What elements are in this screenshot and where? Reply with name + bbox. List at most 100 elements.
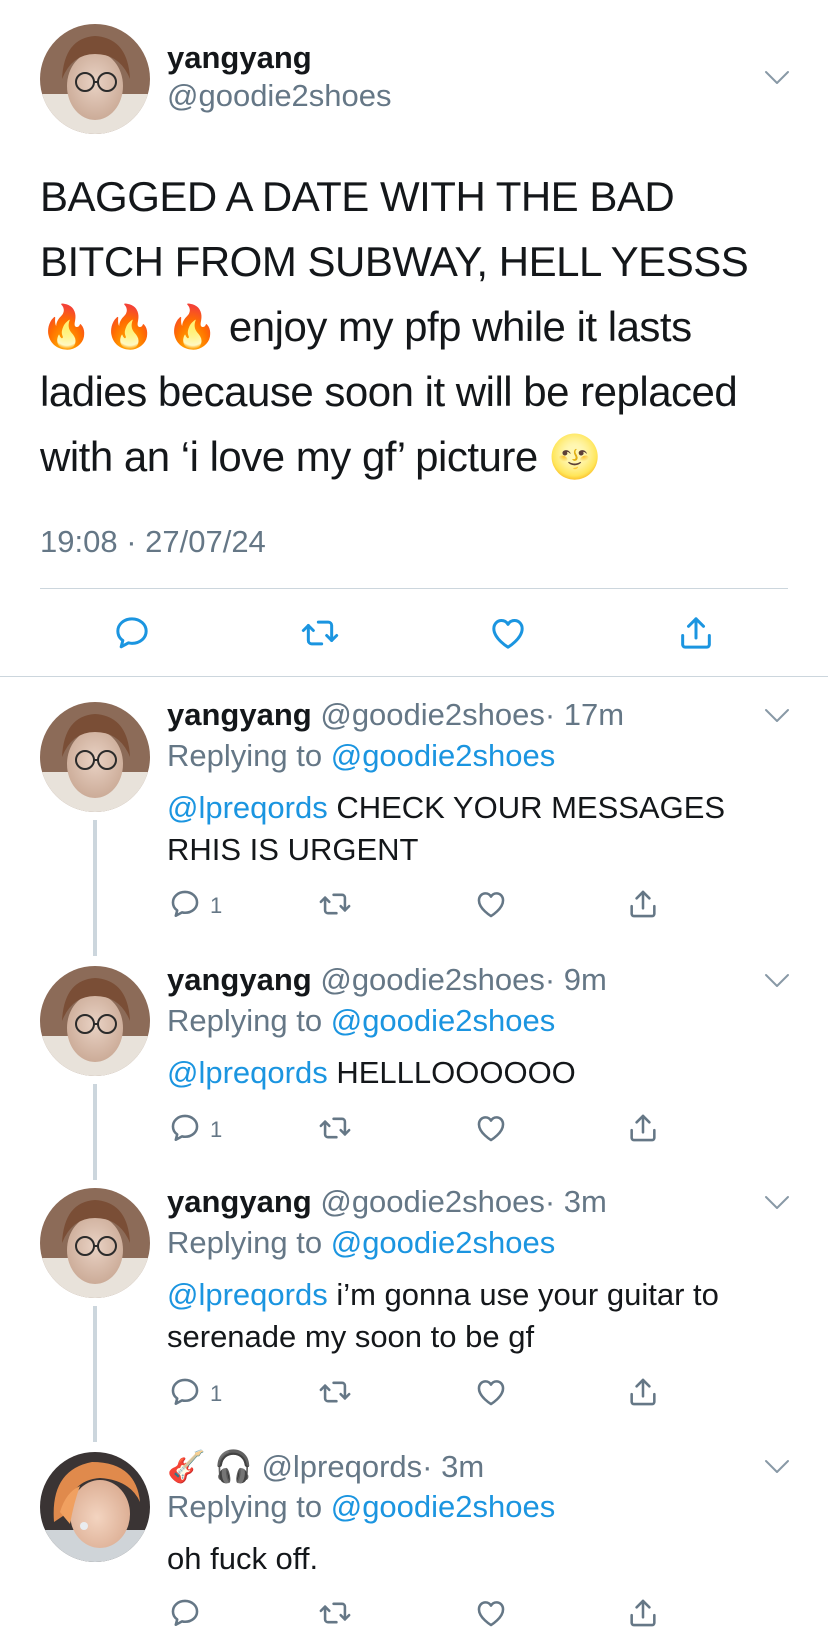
avatar-image: [40, 966, 150, 1076]
fire-emoji: 🔥: [102, 303, 155, 350]
retweet-icon[interactable]: [318, 1111, 352, 1145]
share-icon[interactable]: [626, 1111, 660, 1145]
author-name[interactable]: yangyang: [167, 1184, 312, 1219]
reply-count: 1: [210, 893, 223, 918]
like-icon[interactable]: [474, 1375, 508, 1409]
thread-line: [93, 1084, 97, 1180]
reply-icon[interactable]: [168, 1111, 202, 1145]
reply-count: 1: [210, 1381, 223, 1406]
fire-emoji: 🔥: [40, 303, 92, 350]
reply-time: · 3m: [544, 1184, 607, 1219]
reply-icon[interactable]: [112, 613, 152, 653]
reply-header: yangyang @goodie2shoes· 9m: [167, 962, 607, 998]
divider: [0, 676, 828, 677]
replying-to-link[interactable]: @goodie2shoes: [331, 1225, 556, 1260]
tweet-text: BAGGED A DATE WITH THE BAD BITCH FROM SU…: [40, 164, 800, 489]
tweet-text-line: 🔥 🔥 🔥 enjoy my pfp while it lasts: [40, 294, 800, 359]
reply-text: @lpreqords CHECK YOUR MESSAGES RHIS IS U…: [167, 787, 787, 871]
author-name[interactable]: yangyang: [167, 962, 312, 997]
fire-emoji: 🔥: [165, 303, 218, 350]
like-icon[interactable]: [488, 613, 528, 653]
replying-to-link[interactable]: @goodie2shoes: [331, 1003, 556, 1038]
retweet-icon[interactable]: [318, 887, 352, 921]
tweet-text-line: BAGGED A DATE WITH THE BAD: [40, 173, 675, 220]
replying-to: Replying to @goodie2shoes: [167, 1225, 555, 1261]
tweet-timestamp[interactable]: 19:08 · 27/07/24: [40, 524, 266, 560]
avatar-image: [40, 702, 150, 812]
share-icon[interactable]: [626, 887, 660, 921]
reply-text-line: oh fuck off.: [167, 1541, 319, 1576]
reply-text-segment: CHECK YOUR MESSAGES: [327, 790, 726, 825]
reply-text-line: @lpreqords CHECK YOUR MESSAGES: [167, 787, 787, 829]
avatar-image: [40, 24, 150, 134]
replying-to-link[interactable]: @goodie2shoes: [331, 1489, 556, 1524]
replying-to-label: Replying to: [167, 1225, 323, 1260]
reply-header: yangyang @goodie2shoes· 3m: [167, 1184, 607, 1220]
replying-to: Replying to @goodie2shoes: [167, 738, 555, 774]
reply-text: @lpreqords i’m gonna use your guitar to …: [167, 1274, 787, 1358]
reply-text-line: @lpreqords i’m gonna use your guitar to: [167, 1274, 787, 1316]
avatar[interactable]: [40, 966, 150, 1076]
reply-icon[interactable]: [168, 1375, 202, 1409]
avatar[interactable]: [40, 1452, 150, 1562]
mention-link[interactable]: @lpreqords: [167, 1277, 328, 1312]
retweet-icon[interactable]: [318, 1375, 352, 1409]
thread-line: [93, 1306, 97, 1442]
author-handle[interactable]: @lpreqords: [261, 1449, 422, 1484]
share-icon[interactable]: [626, 1596, 660, 1630]
chevron-down-icon[interactable]: [764, 708, 790, 724]
reply-text-line: serenade my soon to be gf: [167, 1319, 535, 1354]
avatar-image: [40, 1452, 150, 1562]
replying-to-link[interactable]: @goodie2shoes: [331, 738, 556, 773]
chevron-down-icon[interactable]: [764, 70, 790, 86]
author-handle[interactable]: @goodie2shoes: [320, 962, 545, 997]
chevron-down-icon[interactable]: [764, 973, 790, 989]
tweet-text-segment: with an ‘i love my gf’ picture: [40, 433, 538, 480]
reply-text-line: RHIS IS URGENT: [167, 832, 419, 867]
author-handle[interactable]: @goodie2shoes: [167, 78, 392, 114]
reply-count: 1: [210, 1117, 223, 1142]
reply-text-line: @lpreqords HELLLOOOOOO: [167, 1052, 787, 1094]
tweet-text-line: BITCH FROM SUBWAY, HELL YESSS: [40, 238, 749, 285]
reply-text: @lpreqords HELLLOOOOOO: [167, 1052, 787, 1094]
retweet-icon[interactable]: [318, 1596, 352, 1630]
like-icon[interactable]: [474, 1111, 508, 1145]
divider: [40, 588, 788, 589]
like-icon[interactable]: [474, 887, 508, 921]
avatar[interactable]: [40, 24, 150, 134]
reply-text: oh fuck off.: [167, 1538, 787, 1580]
share-icon[interactable]: [676, 613, 716, 653]
chevron-down-icon[interactable]: [764, 1195, 790, 1211]
reply-icon[interactable]: [168, 1596, 202, 1630]
author-handle[interactable]: @goodie2shoes: [320, 1184, 545, 1219]
moon-emoji: 🌝: [548, 433, 601, 480]
reply-icon[interactable]: [168, 887, 202, 921]
reply-time: · 3m: [422, 1449, 485, 1484]
reply-header: yangyang @goodie2shoes· 17m: [167, 697, 624, 733]
tweet-text-segment: enjoy my pfp while it lasts: [228, 303, 692, 350]
thread-line: [93, 820, 97, 956]
replying-to-label: Replying to: [167, 1003, 323, 1038]
reply-time: · 17m: [544, 697, 625, 732]
author-name[interactable]: yangyang: [167, 697, 312, 732]
replying-to-label: Replying to: [167, 1489, 323, 1524]
avatar[interactable]: [40, 1188, 150, 1298]
retweet-icon[interactable]: [300, 613, 340, 653]
reply-time: · 9m: [544, 962, 607, 997]
chevron-down-icon[interactable]: [764, 1459, 790, 1475]
author-name[interactable]: yangyang: [167, 40, 312, 76]
mention-link[interactable]: @lpreqords: [167, 1055, 328, 1090]
display-name-emoji[interactable]: 🎸 🎧: [167, 1449, 253, 1484]
avatar[interactable]: [40, 702, 150, 812]
share-icon[interactable]: [626, 1375, 660, 1409]
tweet-text-line: ladies because soon it will be replaced: [40, 368, 738, 415]
like-icon[interactable]: [474, 1596, 508, 1630]
avatar-image: [40, 1188, 150, 1298]
reply-header: 🎸 🎧 @lpreqords· 3m: [167, 1448, 484, 1485]
tweet-text-line: with an ‘i love my gf’ picture 🌝: [40, 424, 800, 489]
author-handle[interactable]: @goodie2shoes: [320, 697, 545, 732]
mention-link[interactable]: @lpreqords: [167, 790, 328, 825]
reply-text-segment: HELLLOOOOOO: [327, 1055, 576, 1090]
replying-to: Replying to @goodie2shoes: [167, 1003, 555, 1039]
reply-text-segment: i’m gonna use your guitar to: [327, 1277, 719, 1312]
